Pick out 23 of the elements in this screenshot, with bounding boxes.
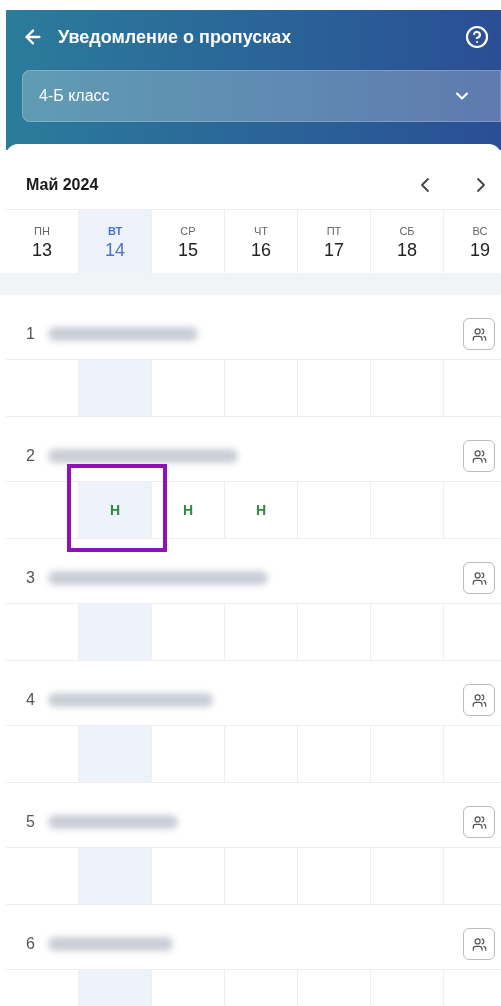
group-button[interactable] (463, 806, 495, 838)
student-number: 4 (26, 690, 36, 710)
group-button[interactable] (463, 440, 495, 472)
group-button[interactable] (463, 318, 495, 350)
group-button[interactable] (463, 684, 495, 716)
page-title: Уведомление о пропусках (58, 25, 292, 49)
attendance-cell[interactable]: Н (79, 482, 152, 538)
group-button[interactable] (463, 928, 495, 960)
people-icon (471, 326, 487, 342)
student-number: 2 (26, 446, 36, 466)
help-icon[interactable] (465, 25, 489, 49)
student-number: 6 (26, 934, 36, 954)
people-icon (471, 692, 487, 708)
student-number: 1 (26, 324, 36, 344)
people-icon (471, 814, 487, 830)
month-title: Май 2024 (26, 175, 99, 195)
student-number: 5 (26, 812, 36, 832)
student-number: 3 (26, 568, 36, 588)
people-icon (471, 570, 487, 586)
people-icon (471, 448, 487, 464)
group-button[interactable] (463, 562, 495, 594)
day-tab[interactable]: ВТ 14 (79, 210, 152, 273)
people-icon (471, 936, 487, 952)
